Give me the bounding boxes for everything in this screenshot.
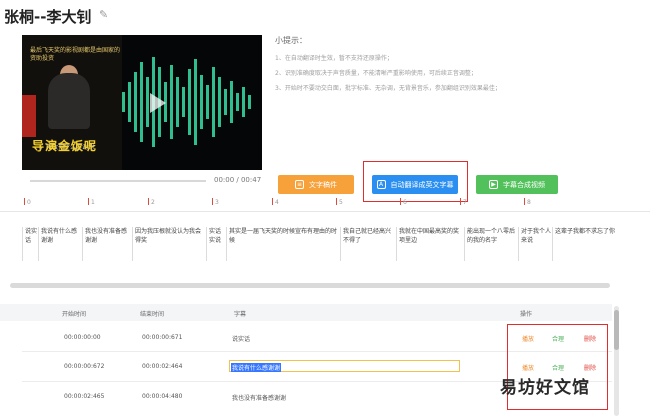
row-end-time: 00:00:00:671	[142, 334, 183, 341]
row-end-time: 00:00:02:464	[142, 363, 183, 370]
flag-decoration	[22, 95, 36, 137]
page-title: 张桐--李大钊	[4, 8, 92, 26]
subtitle-video-label: 字幕合成视频	[503, 180, 545, 189]
timeline-segment[interactable]: 实话实说	[206, 227, 226, 261]
tick-label: 8	[527, 199, 531, 206]
timeline-segment[interactable]: 因为我压根就没认为我会得奖	[132, 227, 206, 261]
tick-label: 6	[403, 199, 407, 206]
timeline-horizontal-scrollbar[interactable]	[10, 283, 610, 288]
text-draft-label: 文字稿件	[309, 180, 337, 189]
tick-label: 1	[91, 199, 95, 206]
video-caption: 最后飞天奖的影视剧都是由国家的资助投资	[30, 47, 121, 62]
timeline-segment[interactable]: 我就在中国最高奖的奖项里边	[396, 227, 464, 261]
timeline-segment[interactable]: 我说有什么感谢谢	[38, 227, 82, 261]
column-header-ops: 操作	[520, 311, 533, 318]
timeline-segment[interactable]: 能出现一个八零后的我的名字	[464, 227, 518, 261]
row-start-time: 00:00:02:465	[64, 393, 105, 400]
text-draft-button[interactable]: ≡ 文字稿件	[278, 175, 354, 194]
tick-label: 5	[339, 199, 343, 206]
timeline-segment[interactable]: 对于我个人来说	[518, 227, 552, 261]
row-start-time: 00:00:00:672	[64, 363, 105, 370]
tick-label: 4	[275, 199, 279, 206]
tip-item-1: 1、在自动翻译时生效，暂不支持还原操作；	[275, 55, 393, 62]
video-overlay-text: 导演金饭呢	[32, 139, 98, 153]
timeline-segment[interactable]: 这辈子我都不求忘了你	[552, 227, 628, 261]
audio-waveform	[122, 57, 251, 147]
playback-time: 00:00 / 00:47	[214, 176, 262, 184]
row-start-time: 00:00:00:00	[64, 334, 101, 341]
row-subtitle-text[interactable]: 说实话	[232, 334, 250, 343]
tick-label: 2	[151, 199, 155, 206]
timeline-ruler[interactable]: 0 1 2 3 4 5 6 7 8	[0, 198, 650, 212]
column-header-end: 结束时间	[140, 311, 165, 318]
play-icon[interactable]	[150, 93, 166, 113]
subtitle-edit-field[interactable]: 我说有什么感谢谢	[229, 360, 460, 372]
subtitle-video-button[interactable]: ▶ 字幕合成视频	[476, 175, 558, 194]
tip-item-2: 2、识别准确度取决于声音质量，不能清晰严重影响使用，可后续正音调整；	[275, 70, 477, 77]
timeline-segment[interactable]: 其实是一届飞天奖的时候宣布有理由的时候	[226, 227, 340, 261]
person-figure	[48, 73, 90, 129]
column-header-subtitle: 字幕	[234, 311, 247, 318]
pencil-icon[interactable]: ✎	[99, 8, 108, 21]
highlight-box-translate	[363, 161, 468, 202]
table-scroll-thumb[interactable]	[614, 310, 619, 350]
row-end-time: 00:00:04:480	[142, 393, 183, 400]
play-circle-icon: ▶	[489, 180, 498, 189]
subtitle-editor-page: 张桐--李大钊 ✎ 最后飞天奖的影视剧都是由国家的资助投资 ，教政有什么要谢谢 …	[0, 0, 650, 419]
document-icon: ≡	[295, 180, 304, 189]
timeline-segment[interactable]: 说实话	[22, 227, 38, 261]
tips-title: 小提示：	[275, 36, 307, 45]
tick-label: 3	[215, 199, 219, 206]
selected-subtitle-text: 我说有什么感谢谢	[231, 363, 282, 372]
video-preview[interactable]: 最后飞天奖的影视剧都是由国家的资助投资 ，教政有什么要谢谢 导演金饭呢	[22, 35, 262, 170]
column-header-start: 开始时间	[62, 311, 87, 318]
row-subtitle-text[interactable]: 我也没有准备感谢谢	[232, 393, 286, 402]
watermark-text: 易坊好文馆	[500, 378, 590, 398]
playback-progress-bar[interactable]	[30, 180, 206, 182]
timeline-segment[interactable]: 我自己就已经高兴不得了	[340, 227, 396, 261]
tip-item-3: 3、开始时不要动交白面，批字标准、无杂调，无背景音乐，参加翻组识别效果最佳；	[275, 85, 501, 92]
tick-label: 0	[27, 199, 31, 206]
tick-label: 7	[463, 199, 467, 206]
timeline-segment[interactable]: 我也没有准备感谢谢	[82, 227, 132, 261]
